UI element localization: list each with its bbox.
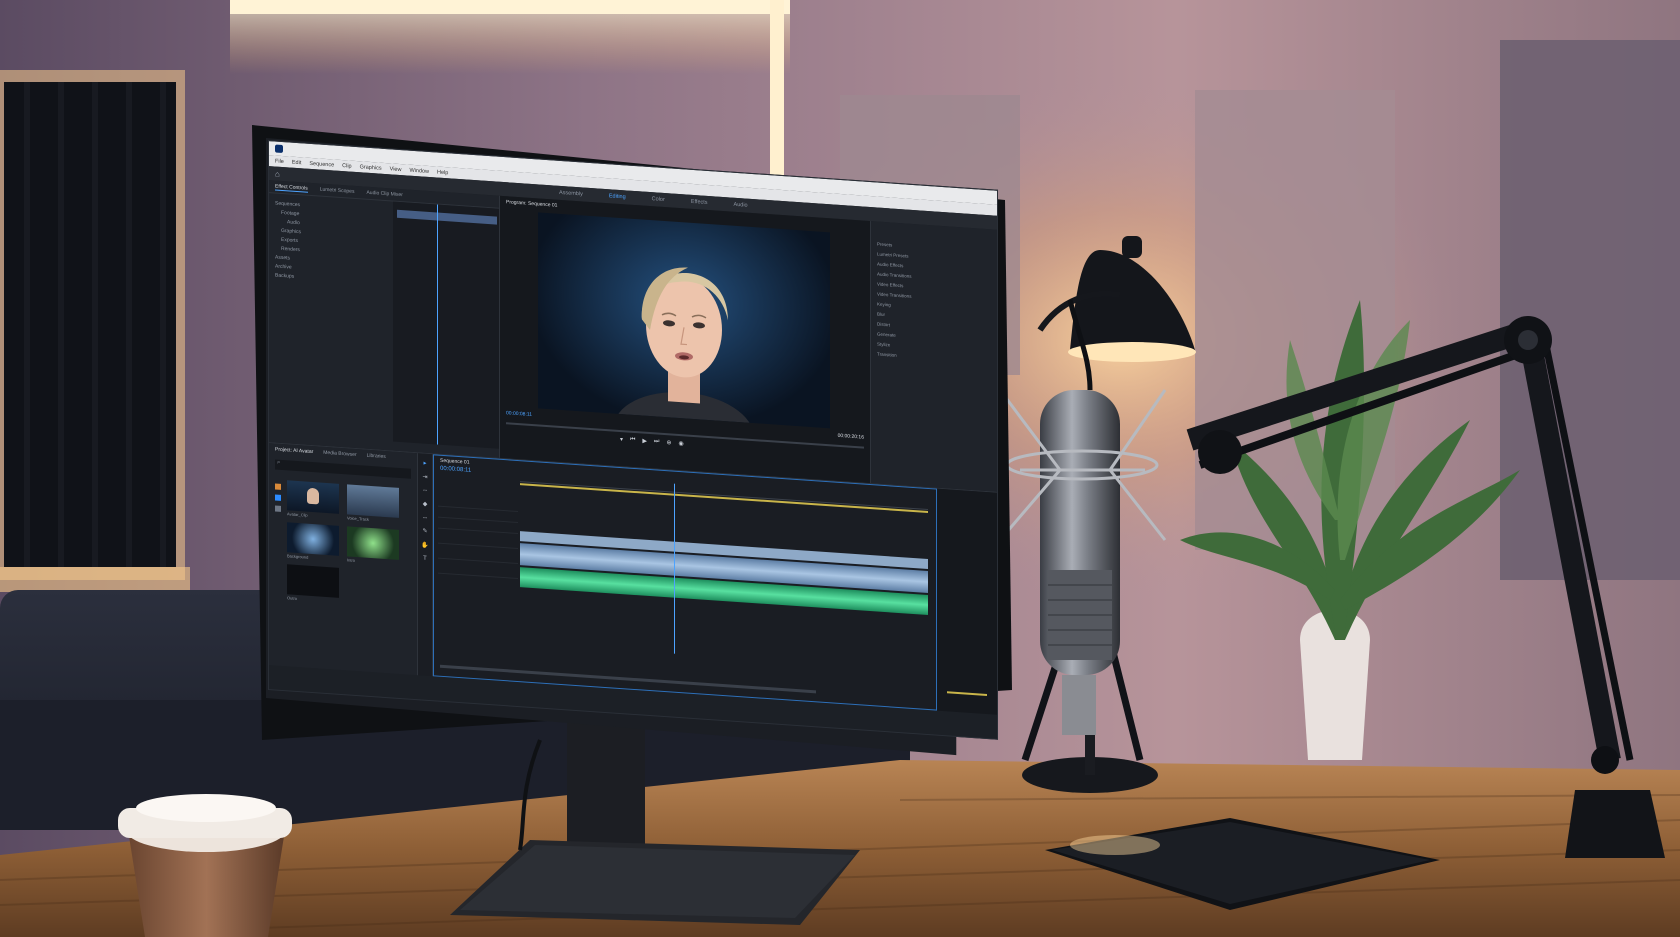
play-icon[interactable]: ▶ xyxy=(642,438,647,445)
transport-controls: ▾ ⏮ ▶ ⏭ ⊕ ◉ xyxy=(620,436,684,448)
program-label[interactable]: Program: Sequence 01 xyxy=(506,199,557,209)
tab-editing[interactable]: Editing xyxy=(609,193,626,200)
menu-sequence[interactable]: Sequence xyxy=(309,160,334,168)
photo-scene: File Edit Sequence Clip Graphics View Wi… xyxy=(0,0,1680,937)
tab-lumetri-scopes[interactable]: Lumetri Scopes xyxy=(320,187,355,195)
pen-tool-icon[interactable]: ✎ xyxy=(422,528,427,535)
program-timecode-left: 00:00:08:11 xyxy=(506,410,533,419)
tab-effects[interactable]: Effects xyxy=(691,199,708,206)
home-icon[interactable]: ⌂ xyxy=(275,169,280,178)
thumbnail xyxy=(287,480,339,514)
menu-window[interactable]: Window xyxy=(409,167,429,174)
project-panel: Project: AI Avatar Media Browser Librari… xyxy=(269,443,418,676)
menu-edit[interactable]: Edit xyxy=(292,159,301,166)
editor-window: File Edit Sequence Clip Graphics View Wi… xyxy=(268,140,998,740)
tab-libraries[interactable]: Libraries xyxy=(367,453,386,460)
sequence-tab[interactable]: Sequence 01 xyxy=(440,458,469,466)
led-strip-right xyxy=(770,0,784,190)
insert-icon[interactable]: ⊕ xyxy=(666,439,671,446)
app-icon xyxy=(275,144,283,154)
mark-in-icon[interactable]: ▾ xyxy=(620,436,623,443)
menu-view[interactable]: View xyxy=(390,166,402,173)
menu-clip[interactable]: Clip xyxy=(342,163,351,170)
tab-assembly[interactable]: Assembly xyxy=(559,190,583,198)
menu-graphics[interactable]: Graphics xyxy=(360,164,382,172)
led-strip-top xyxy=(230,0,790,14)
tab-media-browser[interactable]: Media Browser xyxy=(323,450,356,458)
upper-panels: Effect Controls Lumetri Scopes Audio Cli… xyxy=(269,180,997,492)
thumbnail xyxy=(347,526,399,560)
list-view-icon[interactable] xyxy=(275,483,281,490)
meter-bar xyxy=(947,691,987,697)
project-item[interactable]: Outro xyxy=(287,564,339,604)
tree-list: Sequences Footage Audio Graphics Exports… xyxy=(269,193,393,441)
track-headers xyxy=(438,495,518,621)
timeline-panel: Sequence 01 00:00:08:11 xyxy=(433,454,937,711)
slip-tool-icon[interactable]: ↔ xyxy=(422,514,428,520)
step-back-icon[interactable]: ⏮ xyxy=(630,437,635,444)
project-item[interactable]: Background xyxy=(287,522,339,562)
search-icon[interactable]: ⌕ xyxy=(277,460,280,467)
menu-file[interactable]: File xyxy=(275,158,284,165)
project-side-icons xyxy=(275,483,281,512)
type-tool-icon[interactable]: T xyxy=(423,556,427,562)
step-forward-icon[interactable]: ⏭ xyxy=(654,438,659,445)
hand-tool-icon[interactable]: ✋ xyxy=(421,541,428,549)
folder-icon[interactable] xyxy=(275,505,281,512)
icon-view-icon[interactable] xyxy=(275,494,281,501)
acoustic-panel-3 xyxy=(1500,40,1680,580)
tools-panel: ▸ ⇥ ⇔ ◆ ↔ ✎ ✋ T xyxy=(418,453,433,677)
track-select-icon[interactable]: ⇥ xyxy=(422,474,427,481)
program-monitor: Program: Sequence 01 00:00:08:11 00:00:2… xyxy=(500,195,871,484)
audio-meters xyxy=(937,488,997,715)
mini-clip[interactable] xyxy=(397,209,497,225)
mini-playhead[interactable] xyxy=(437,204,438,445)
thumbnail xyxy=(287,522,339,556)
sequence-timecode: 00:00:08:11 xyxy=(440,465,472,474)
export-frame-icon[interactable]: ◉ xyxy=(678,440,683,447)
tab-color[interactable]: Color xyxy=(652,196,665,203)
tab-project[interactable]: Project: AI Avatar xyxy=(275,446,313,455)
tab-effect-controls[interactable]: Effect Controls xyxy=(275,182,308,193)
selection-tool-icon[interactable]: ▸ xyxy=(423,460,426,467)
source-panel: Effect Controls Lumetri Scopes Audio Cli… xyxy=(269,180,500,458)
project-item[interactable]: Avatar_Clip xyxy=(287,480,339,520)
menu-help[interactable]: Help xyxy=(437,169,448,176)
video-frame xyxy=(538,212,830,429)
timeline-scrollbar[interactable] xyxy=(440,664,816,694)
project-item[interactable]: Intro xyxy=(347,526,399,566)
coffee-cup xyxy=(118,794,292,937)
effects-panel: Presets Lumetri Presets Audio Effects Au… xyxy=(871,221,997,492)
timeline-playhead[interactable] xyxy=(674,483,675,654)
razor-tool-icon[interactable]: ◆ xyxy=(423,501,428,508)
mini-timeline xyxy=(393,201,499,449)
thumb-grid: Avatar_Clip Voice_Track Background Intro… xyxy=(269,473,417,609)
led-glow-top xyxy=(230,14,790,74)
program-timecode-right: 00:00:20:16 xyxy=(837,432,864,441)
window-sill-glow xyxy=(0,567,190,592)
thumbnail xyxy=(347,484,399,518)
tab-audio[interactable]: Audio xyxy=(734,202,748,209)
ripple-edit-icon[interactable]: ⇔ xyxy=(422,487,428,493)
tab-audio-clip-mixer[interactable]: Audio Clip Mixer xyxy=(366,190,402,198)
project-item[interactable]: Voice_Track xyxy=(347,484,399,524)
thumbnail xyxy=(287,564,339,598)
avatar-face xyxy=(614,267,754,429)
